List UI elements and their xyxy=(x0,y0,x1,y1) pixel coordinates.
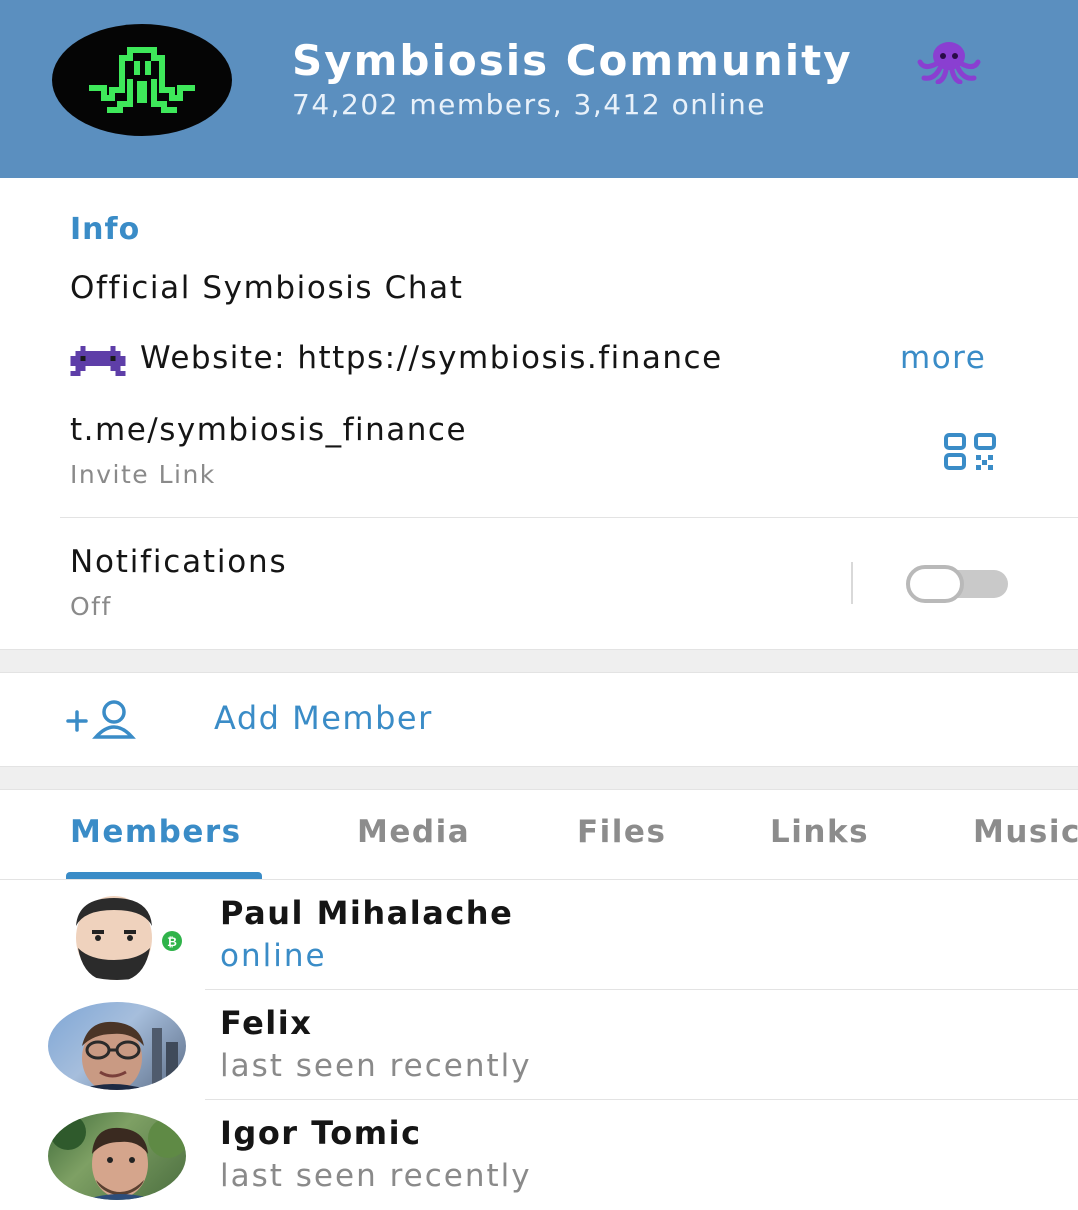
media-tabs: Members Media Files Links Music xyxy=(0,790,1078,880)
group-avatar[interactable] xyxy=(52,24,232,136)
tab-music[interactable]: Music xyxy=(973,814,1078,850)
tab-members[interactable]: Members xyxy=(70,814,242,850)
section-separator xyxy=(0,766,1078,790)
vertical-divider xyxy=(851,562,853,604)
member-status: last seen recently xyxy=(220,1158,532,1194)
notifications-toggle[interactable] xyxy=(906,565,1008,603)
toggle-knob xyxy=(906,565,964,603)
avatar xyxy=(48,1002,186,1090)
member-name: Felix xyxy=(220,1004,313,1042)
add-user-icon xyxy=(66,699,142,745)
website-text: Website: https://symbiosis.finance xyxy=(140,340,723,376)
info-section-title: Info xyxy=(70,212,141,247)
tab-links[interactable]: Links xyxy=(770,814,869,850)
qr-code-icon[interactable] xyxy=(940,432,1002,476)
member-status: last seen recently xyxy=(220,1048,532,1084)
more-link[interactable]: more xyxy=(900,340,986,376)
tab-media[interactable]: Media xyxy=(357,814,470,850)
group-title: Symbiosis Community xyxy=(292,36,853,85)
divider xyxy=(60,517,1078,518)
active-tab-indicator xyxy=(66,872,262,879)
add-member-label: Add Member xyxy=(214,699,433,737)
member-name: Paul Mihalache xyxy=(220,894,514,932)
member-row[interactable]: Igor Tomic last seen recently xyxy=(0,1100,1078,1210)
member-name: Igor Tomic xyxy=(220,1114,422,1152)
invite-link-caption: Invite Link xyxy=(70,460,216,489)
member-row[interactable]: Felix last seen recently xyxy=(0,990,1078,1100)
svg-text:₿: ₿ xyxy=(167,935,177,949)
website-line: Website: https://symbiosis.finance more xyxy=(70,340,1010,384)
octopus-logo-icon xyxy=(89,47,195,113)
chat-header: Symbiosis Community 74,202 members, 3,41… xyxy=(0,0,1078,178)
section-separator xyxy=(0,649,1078,673)
member-row[interactable]: ₿ Paul Mihalache online xyxy=(0,880,1078,990)
avatar xyxy=(48,1112,186,1200)
octopus-emoji-icon xyxy=(916,40,982,88)
member-status: online xyxy=(220,938,327,974)
member-count: 74,202 members, 3,412 online xyxy=(292,88,767,121)
avatar: ₿ xyxy=(48,892,186,980)
add-member-button[interactable]: Add Member xyxy=(0,673,1078,766)
invite-link[interactable]: t.me/symbiosis_finance xyxy=(70,412,467,448)
alien-monster-icon xyxy=(70,346,126,380)
notifications-label: Notifications xyxy=(70,544,288,580)
group-description: Official Symbiosis Chat xyxy=(70,270,464,306)
notifications-state: Off xyxy=(70,592,112,621)
tab-files[interactable]: Files xyxy=(577,814,666,850)
